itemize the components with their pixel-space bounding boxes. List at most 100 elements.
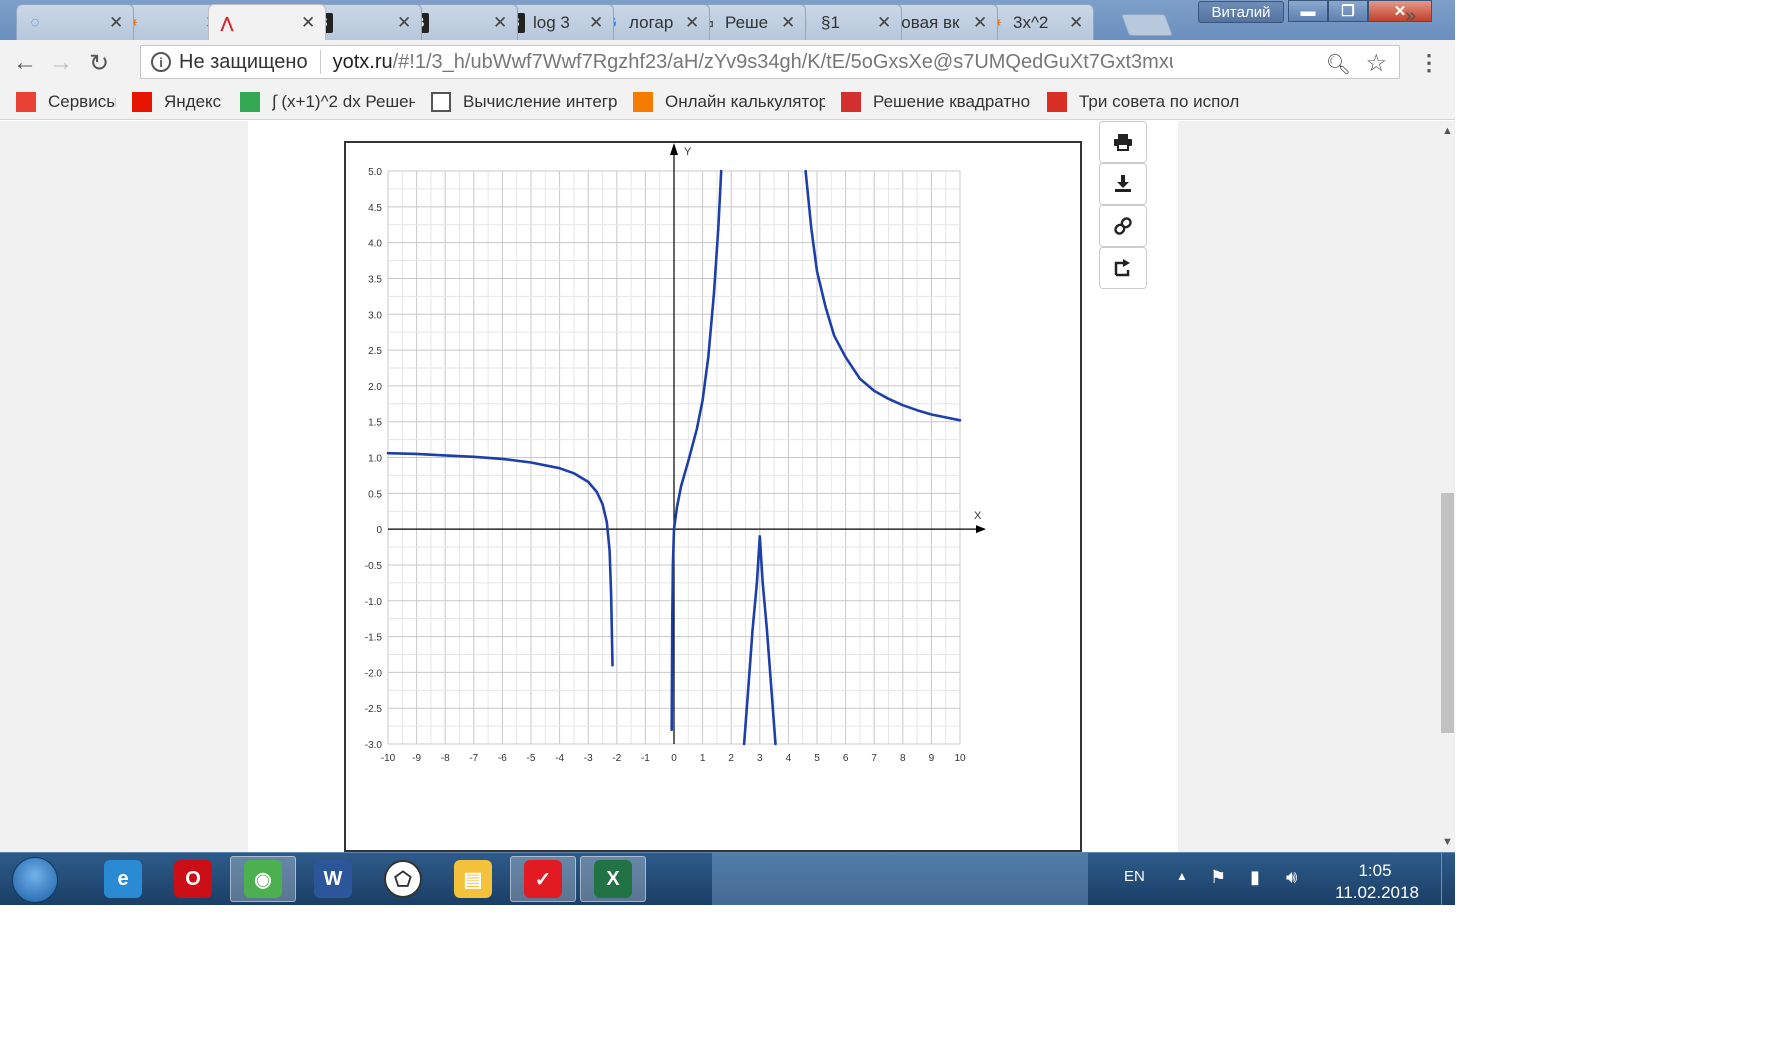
zoom-icon[interactable]: 🔍︎ [1326,52,1351,77]
clock-date[interactable]: 11.02.2018 [1322,883,1432,903]
bookmark-item[interactable]: Вычисление интегра [431,91,617,112]
print-icon[interactable] [1099,121,1147,163]
close-tab-icon[interactable]: ✕ [1069,13,1085,33]
maximize-icon[interactable]: ❐ [1328,0,1368,22]
taskbar-app[interactable]: W [300,856,366,902]
bookmark-item[interactable]: Онлайн калькулятор [633,91,825,112]
link-icon[interactable] [1099,205,1147,247]
x-tick-label: -5 [527,753,536,764]
x-tick-label: 7 [871,753,877,764]
kebab-menu-icon[interactable]: ⋮ [1418,50,1440,76]
excel-icon: X [594,860,632,898]
yotx-logo-icon: ⋀ [220,14,234,32]
y-tick-label: 0 [376,525,382,536]
x-tick-label: 2 [728,753,734,764]
bookmark-item[interactable]: Решение квадратно [841,91,1031,112]
x-tick-label: 6 [843,753,849,764]
gmail-icon [1047,91,1067,112]
more-bookmarks-icon[interactable]: » [1405,5,1416,28]
taskbar-app[interactable]: ⬠ [370,856,436,902]
y-tick-label: -3.0 [365,740,383,751]
bookmark-item[interactable]: Три совета по испол [1047,91,1247,112]
security-label: Не защищено [179,50,308,73]
red-chart-app-icon: ✓ [524,860,562,898]
forward-arrow-icon[interactable]: → [48,49,74,76]
close-tab-icon[interactable]: ✕ [493,13,509,33]
new-tab-button[interactable] [1120,14,1174,36]
y-tick-label: -1.0 [365,597,383,608]
taskbar-app[interactable]: ◉ [230,856,296,902]
tab-label: §1 [821,12,840,32]
windows-taskbar: EN ▲ ⚑ ▮ 🔊︎ 1:05 11.02.2018 e O ◉ W ⬠ ▤ ✓ X [0,852,1455,905]
profile-button[interactable]: Виталий [1198,1,1284,23]
share-icon[interactable] [1099,247,1147,289]
close-tab-icon[interactable]: ✕ [397,13,413,33]
action-center-flag-icon[interactable]: ⚑ [1210,867,1226,888]
yandex-icon [132,91,152,112]
address-bar[interactable]: i Не защищено yotx.ru /#!1/3_h/ubWwf7Wwf… [140,45,1400,79]
y-axis-arrow-icon [670,143,678,155]
close-tab-icon[interactable]: ✕ [781,13,797,33]
close-tab-icon[interactable]: ✕ [109,13,125,33]
back-arrow-icon[interactable]: ← [12,49,38,76]
x-tick-label: 4 [786,753,792,764]
close-tab-icon[interactable]: ✕ [877,13,893,33]
x-tick-label: -10 [381,753,396,764]
browser-tab[interactable]: ◌ ✕ [16,4,134,40]
info-icon[interactable]: i [151,52,171,72]
url-path: /#!1/3_h/ubWwf7Wwf7Rgzhf23/aH/zYv9s34gh/… [392,50,1173,73]
bookmark-label: Вычисление интегра [463,91,617,111]
scrollbar-thumb[interactable] [1441,493,1454,733]
reload-icon[interactable]: ↻ [86,50,112,77]
taskbar-app[interactable]: ✓ [510,856,576,902]
word-icon: W [314,860,352,898]
start-button[interactable] [12,857,58,903]
taskbar-app[interactable]: e [90,856,156,902]
close-tab-icon[interactable]: ✕ [973,13,989,33]
bookmark-item[interactable]: Яндекс [132,91,224,112]
x-tick-label: 10 [954,753,966,764]
close-tab-icon[interactable]: ✕ [301,13,317,33]
tab-label: 3x^2 [1013,12,1049,32]
x-tick-label: 1 [700,753,706,764]
clock-time[interactable]: 1:05 [1330,861,1420,881]
x-tick-label: -9 [412,753,421,764]
x-tick-label: -2 [612,753,621,764]
show-desktop-button[interactable] [1441,853,1455,905]
y-tick-label: 4.0 [368,239,382,250]
bookmark-label: Сервисы [48,91,116,111]
bookmark-label: Яндекс [164,91,222,111]
colorful-circles-icon [240,91,260,112]
page-scrollbar[interactable]: ▲ ▼ [1440,121,1455,852]
taskbar-app[interactable]: ▤ [440,856,506,902]
download-icon[interactable] [1099,163,1147,205]
network-icon[interactable]: ▮ [1250,867,1260,888]
star-icon[interactable]: ☆ [1365,49,1387,78]
screen: ◌✕✹✕⋀✕З✕В✕Зlog 3✕Gлогар✕▭Реше✕▯§1✕Новая … [0,0,1455,905]
file-explorer-icon: ▤ [454,860,492,898]
taskbar-app[interactable]: O [160,856,226,902]
browser-tab[interactable]: ⋀ ✕ [208,4,326,40]
separator [319,50,321,74]
scroll-up-arrow-icon[interactable]: ▲ [1442,125,1453,137]
language-indicator[interactable]: EN [1124,868,1145,885]
minimize-icon[interactable]: ▬ [1288,0,1328,22]
close-tab-icon[interactable]: ✕ [589,13,605,33]
x-tick-label: -7 [469,753,478,764]
tab-label: Реше [725,12,769,32]
red-x-icon [841,91,861,112]
bookmark-label: Решение квадратно [873,91,1031,111]
taskbar-app[interactable]: X [580,856,646,902]
function-graph: XY-10 -9 -8 -7 -6 -5 -4 -3 -2 -1 0 1 2 3 4 5 6 7 8 9 105.04.… [365,143,986,764]
close-window-icon[interactable]: ✕ [1368,0,1432,22]
y-tick-label: -1.5 [365,633,383,644]
bookmark-item[interactable]: Сервисы [16,91,116,112]
tab-label: log 3 [533,12,570,32]
scroll-down-arrow-icon[interactable]: ▼ [1442,836,1453,848]
geogebra-icon: ⬠ [384,860,422,898]
close-tab-icon[interactable]: ✕ [685,13,701,33]
y-axis-label: Y [684,146,692,158]
bookmark-item[interactable]: ∫ (x+1)^2 dx Решени [240,91,415,112]
show-hidden-icons-icon[interactable]: ▲ [1176,869,1188,883]
volume-icon[interactable]: 🔊︎ [1286,867,1297,888]
